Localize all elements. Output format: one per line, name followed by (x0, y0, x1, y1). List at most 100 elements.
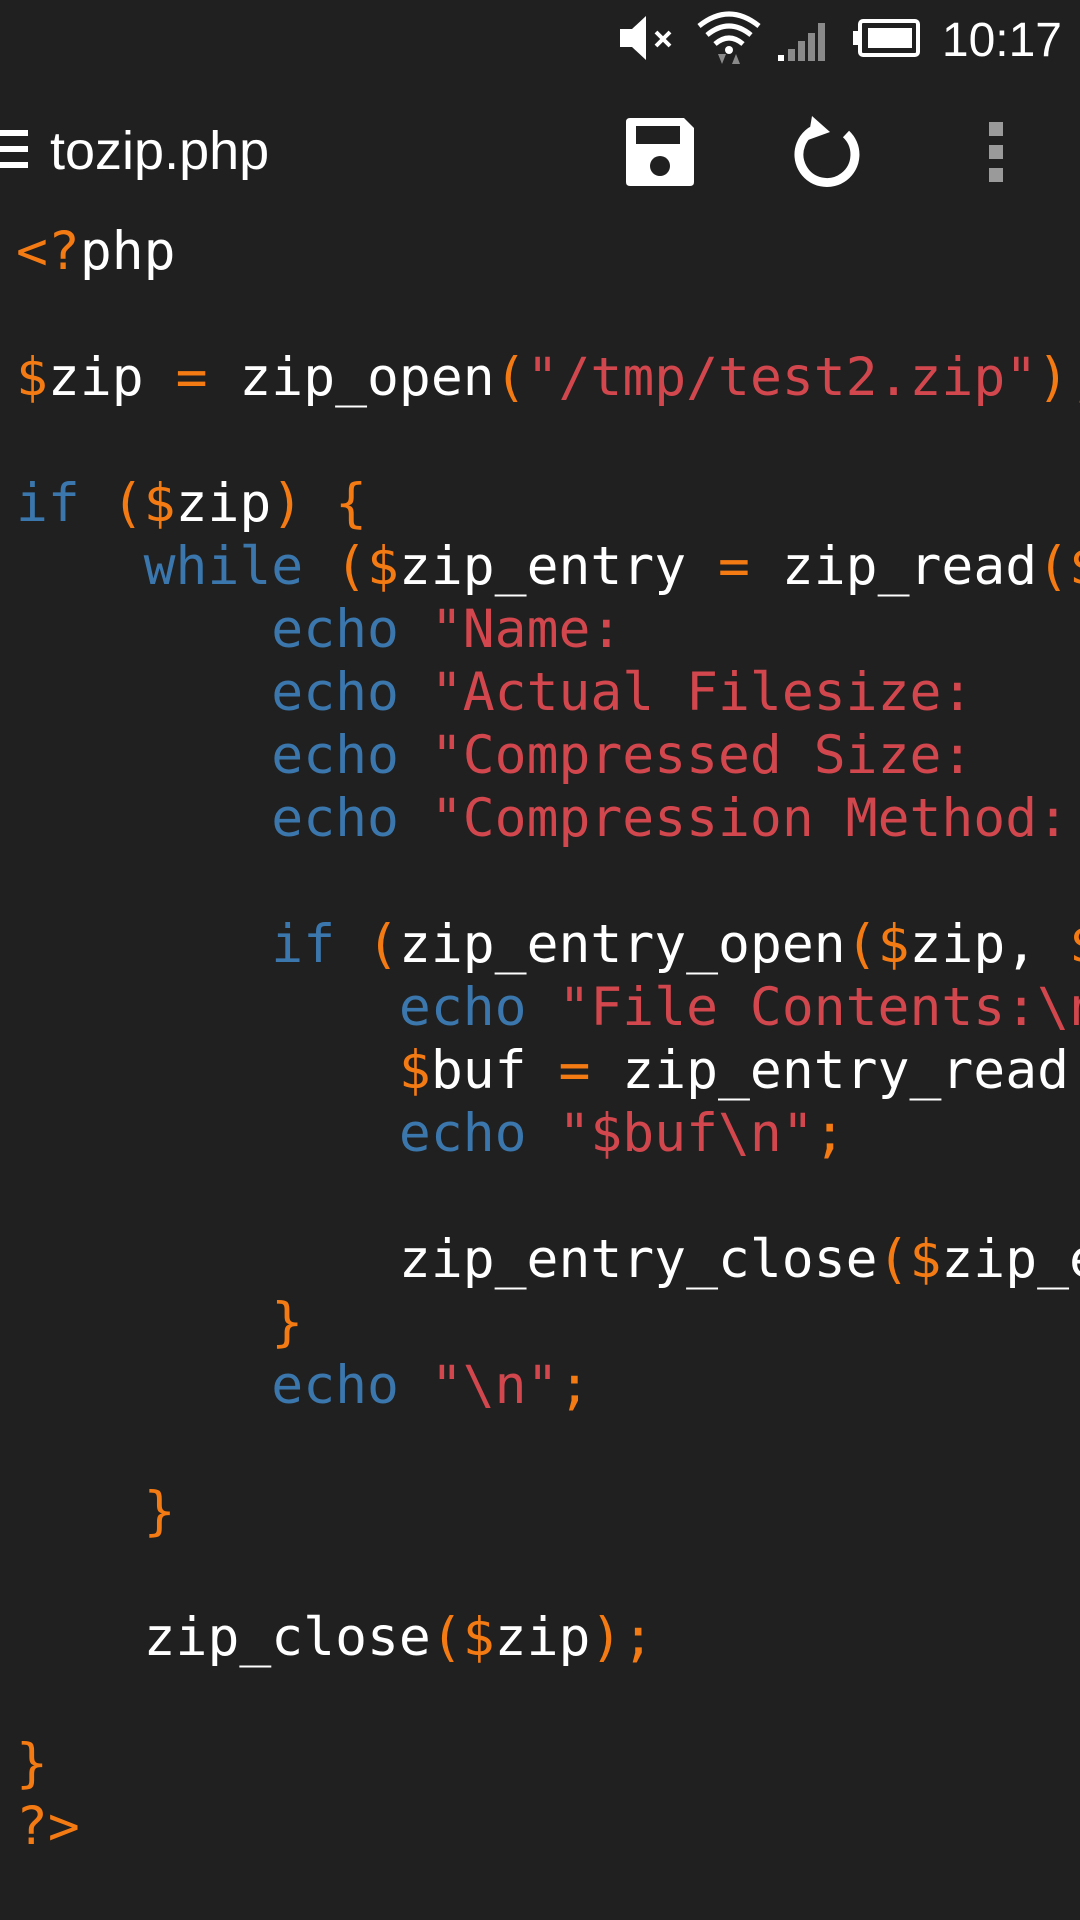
code-token: "/tmp/test2.zip" (526, 347, 1038, 408)
code-token: = (175, 347, 208, 408)
code-token: zip_e (941, 1229, 1080, 1290)
code-line[interactable]: zip_close($zip); (16, 1606, 655, 1669)
code-line[interactable]: zip_entry_close($zip_e (16, 1228, 1080, 1291)
code-line[interactable]: } (16, 1291, 303, 1354)
code-token: ) (271, 473, 304, 534)
code-token: ); (590, 1607, 655, 1668)
save-button[interactable] (612, 106, 708, 202)
code-token: echo (271, 599, 399, 660)
code-token: ($ (430, 1607, 495, 1668)
battery-icon (850, 18, 922, 62)
undo-icon (792, 114, 864, 194)
code-line[interactable]: echo "\n"; (16, 1354, 590, 1417)
code-line[interactable]: } (16, 1480, 176, 1543)
code-line[interactable]: ?> (16, 1795, 80, 1858)
code-token: zip_close (16, 1607, 431, 1668)
code-token: echo (271, 1355, 399, 1416)
code-token: buf (430, 1040, 559, 1101)
overflow-menu-button[interactable] (948, 106, 1044, 202)
code-token: "File Contents:\n (558, 977, 1080, 1038)
code-token: $ (16, 347, 48, 408)
code-token: if (16, 473, 80, 534)
code-line[interactable]: echo "$buf\n"; (16, 1102, 846, 1165)
code-line[interactable]: echo "Name: (16, 598, 622, 661)
code-line[interactable]: $buf = zip_entry_read (16, 1039, 1069, 1102)
undo-button[interactable] (780, 106, 876, 202)
code-token: zip (47, 347, 176, 408)
code-token: while (143, 536, 304, 597)
code-token: echo (398, 977, 527, 1038)
code-token: zip (494, 1607, 591, 1668)
code-token: "\n" (430, 1355, 559, 1416)
code-token: echo (271, 788, 399, 849)
code-token: zip (175, 473, 272, 534)
code-token: ($ (1037, 536, 1080, 597)
code-token: ); (1037, 347, 1080, 408)
code-token: } (16, 1733, 48, 1794)
code-token: } (271, 1292, 304, 1353)
code-line[interactable]: echo "Actual Filesize: (16, 661, 973, 724)
code-line[interactable]: $zip = zip_open("/tmp/test2.zip"); (16, 346, 1080, 409)
code-token: ($ (111, 473, 176, 534)
code-token: "$buf\n" (558, 1103, 814, 1164)
code-token: zip_read (749, 536, 1038, 597)
code-token: ($ (335, 536, 399, 597)
code-token: ($ (877, 1229, 942, 1290)
code-line[interactable]: while ($zip_entry = zip_read($ (16, 535, 1080, 598)
code-token: ?> (16, 1796, 80, 1857)
code-token: zip_entry_open (398, 914, 846, 975)
code-line[interactable]: <?php (16, 220, 176, 283)
code-token: echo (271, 725, 399, 786)
action-bar: tozip.php (0, 78, 1080, 220)
code-editor[interactable]: <?php $zip = zip_open("/tmp/test2.zip");i… (0, 220, 1080, 1920)
code-line[interactable]: } (16, 1732, 48, 1795)
overflow-icon (986, 120, 1006, 188)
code-line[interactable]: echo "File Contents:\n (16, 976, 1080, 1039)
code-token: zip_entry (398, 536, 719, 597)
code-token: ; (813, 1103, 846, 1164)
status-time: 10:17 (941, 13, 1062, 67)
wifi-icon (696, 8, 762, 72)
code-line[interactable]: echo "Compressed Size: (16, 724, 973, 787)
code-token: zip, (909, 914, 1070, 975)
code-line[interactable]: if ($zip) { (16, 472, 367, 535)
code-token: <? (16, 221, 80, 282)
code-token: ($ (845, 914, 910, 975)
code-token: "Actual Filesize: (430, 662, 974, 723)
code-token: "Compression Method: (430, 788, 1070, 849)
code-token: php (79, 221, 176, 282)
code-token: $ (1069, 914, 1080, 975)
code-token: ( (494, 347, 527, 408)
code-token: "Compressed Size: (430, 725, 974, 786)
mute-icon (618, 12, 682, 68)
status-icons: 10:17 (618, 8, 1062, 72)
hamburger-icon[interactable] (0, 128, 30, 170)
code-line[interactable]: if (zip_entry_open($zip, $ (16, 913, 1080, 976)
code-token: = (718, 536, 750, 597)
code-token: echo (271, 662, 399, 723)
code-token: echo (398, 1103, 527, 1164)
code-token: zip_entry_read (590, 1040, 1070, 1101)
code-line[interactable]: echo "Compression Method: (16, 787, 1069, 850)
code-token: "Name: (430, 599, 623, 660)
code-token: zip_entry_close (16, 1229, 878, 1290)
